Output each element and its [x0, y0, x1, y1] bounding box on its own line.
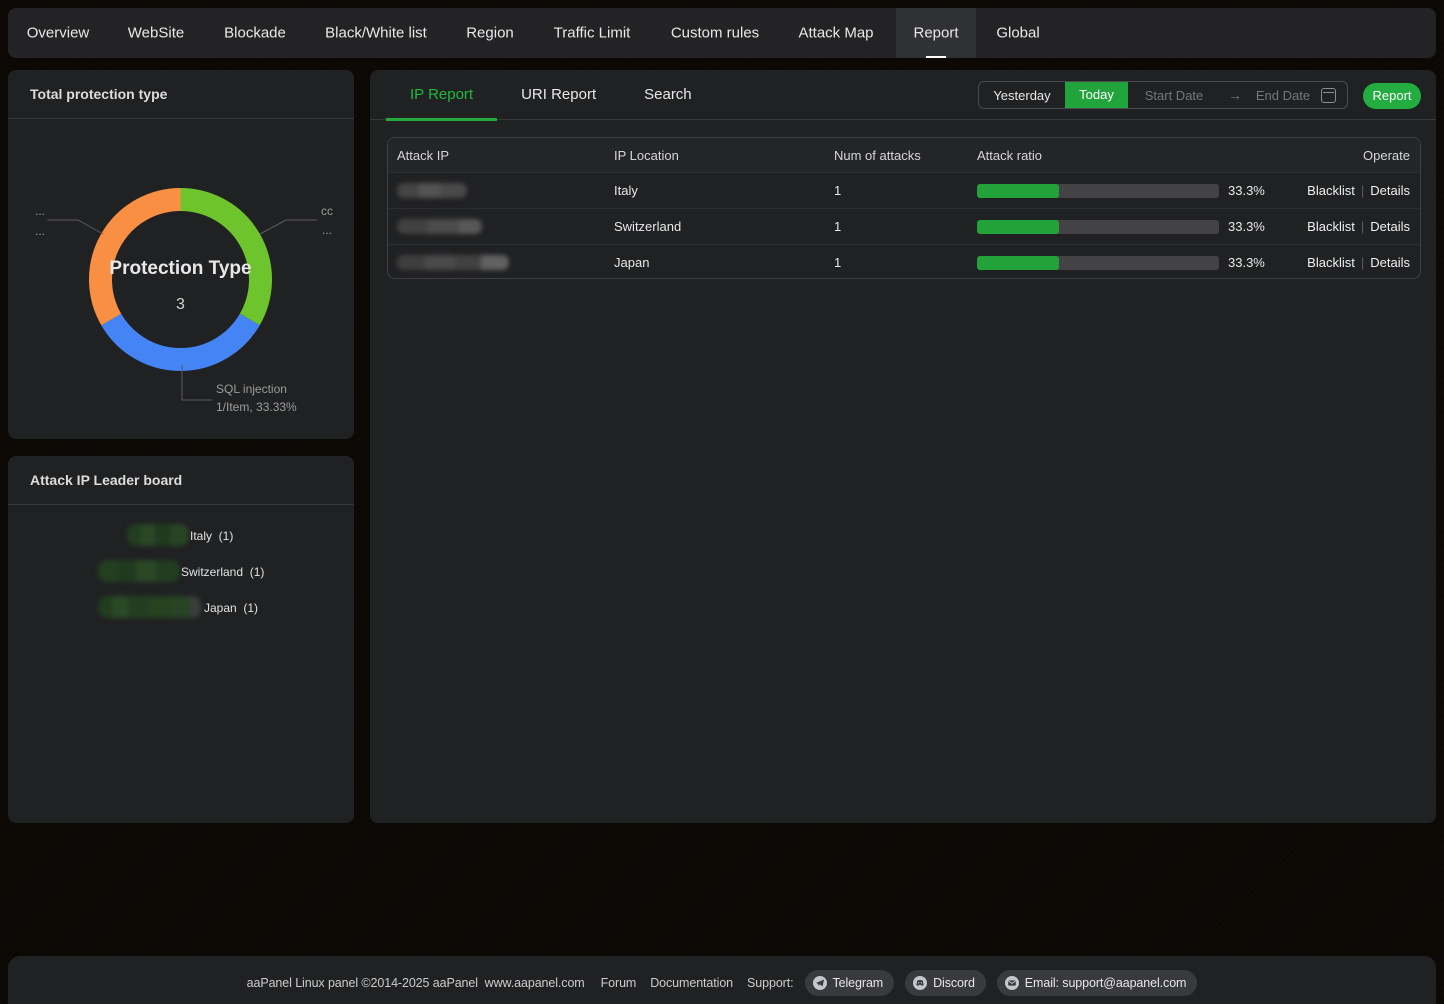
svg-text:...: ... [322, 223, 332, 237]
svg-text:SQL injection: SQL injection [216, 382, 287, 396]
svg-text:Protection Type: Protection Type [109, 258, 251, 279]
svg-text:...: ... [35, 224, 45, 238]
svg-text:cc: cc [321, 204, 333, 218]
svg-text:...: ... [35, 204, 45, 218]
svg-text:3: 3 [176, 296, 185, 313]
svg-text:1/Item, 33.33%: 1/Item, 33.33% [216, 400, 297, 414]
